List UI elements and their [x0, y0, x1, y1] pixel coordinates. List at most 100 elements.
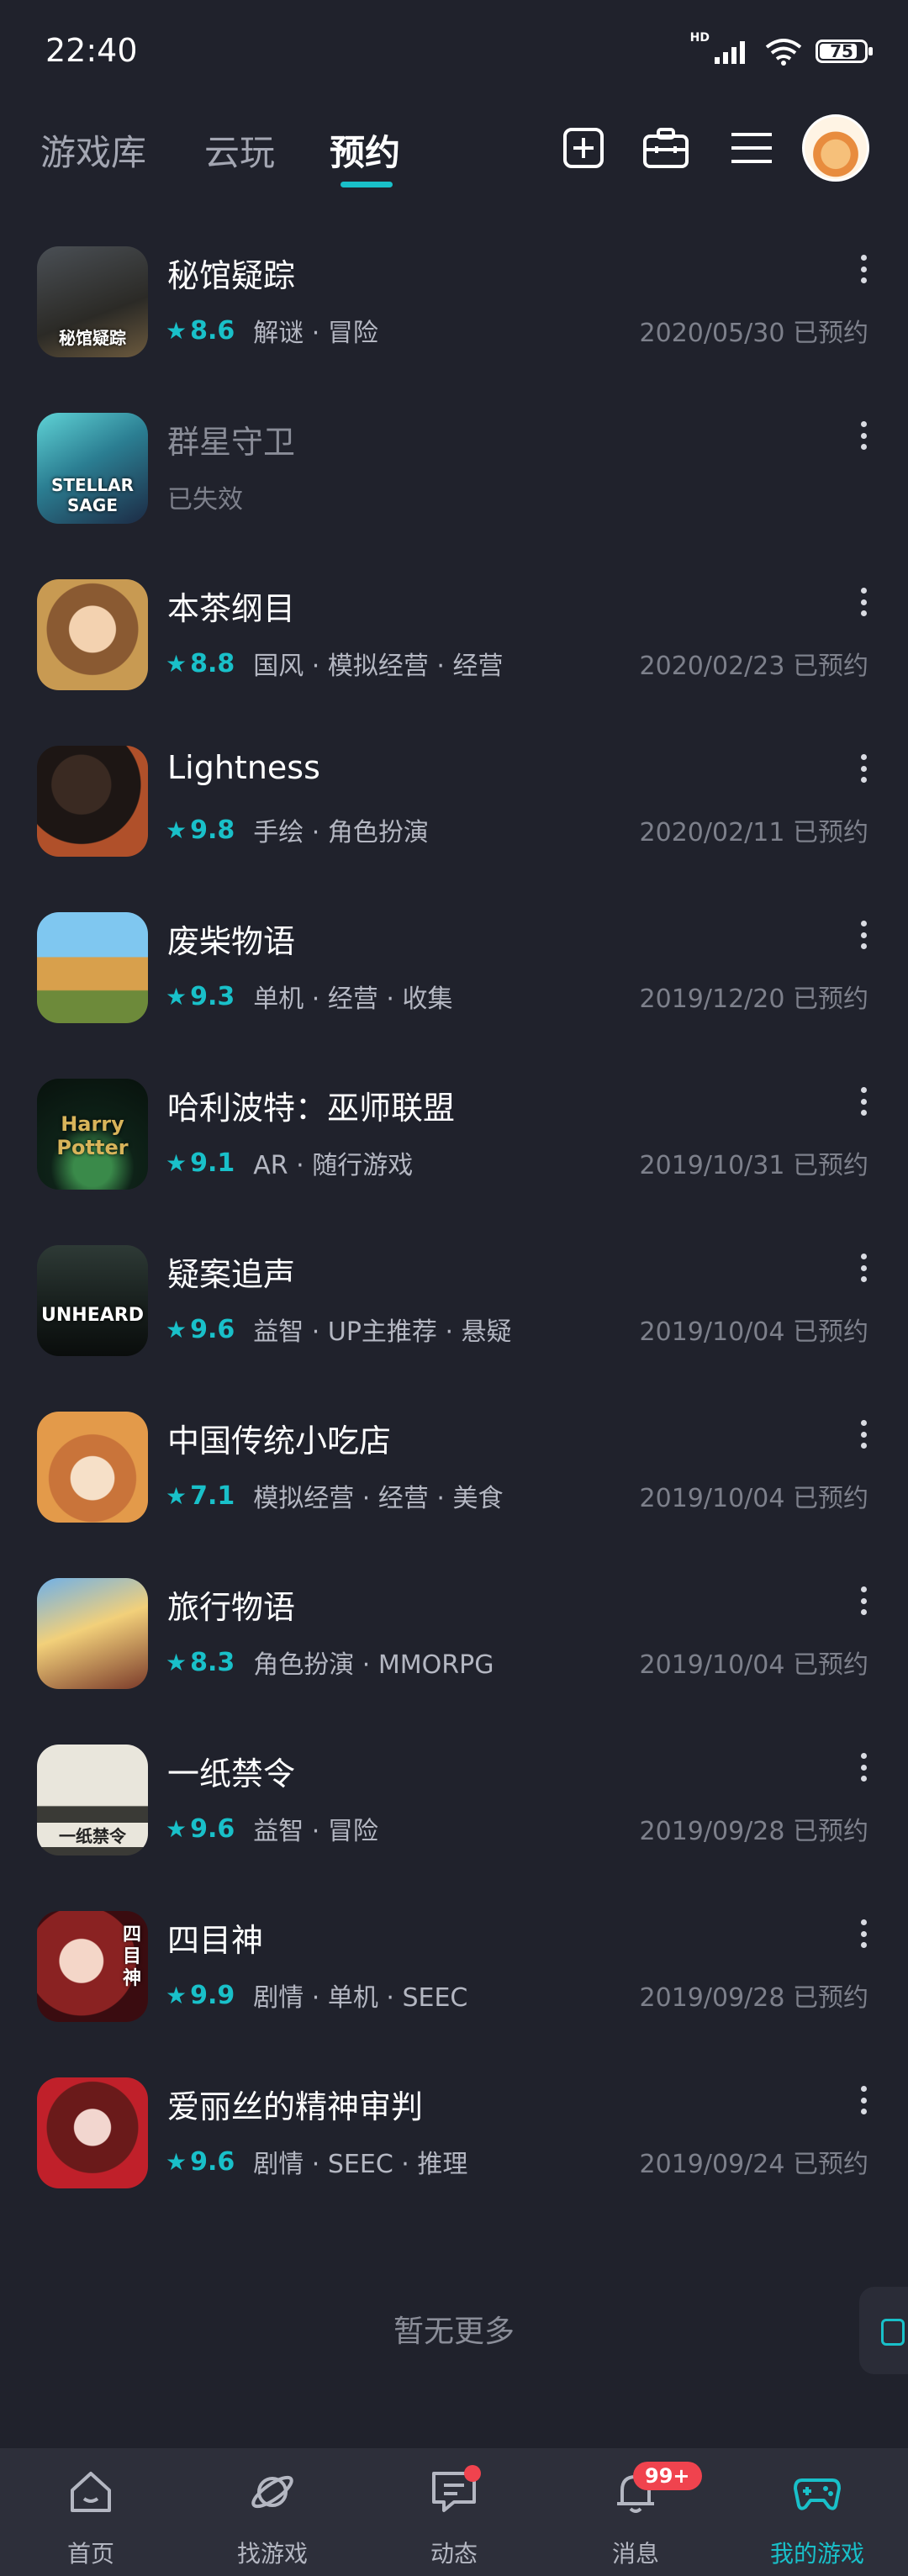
avatar[interactable]	[802, 114, 869, 182]
game-score: 9.1	[190, 1148, 235, 1178]
more-options-icon[interactable]	[859, 421, 868, 450]
home-icon	[71, 2472, 111, 2512]
nav-my-games[interactable]: 我的游戏	[726, 2448, 908, 2576]
more-options-icon[interactable]	[859, 2086, 868, 2114]
list-item[interactable]: Harry Potter 哈利波特：巫师联盟 ★ 9.1 AR · 随行游戏 2…	[0, 1065, 908, 1232]
game-tags: 剧情 · SEEC · 推理	[253, 2150, 468, 2179]
more-options-icon[interactable]	[859, 1254, 868, 1282]
planet-icon	[251, 2475, 293, 2509]
nav-messages[interactable]: 99+ 消息	[545, 2448, 726, 2576]
game-title[interactable]: 本茶纲目	[167, 583, 295, 629]
game-tags: 手绘 · 角色扮演	[253, 818, 429, 847]
reserve-date: 2019/10/04 已预约	[639, 1484, 868, 1513]
game-thumbnail[interactable]	[37, 1578, 148, 1689]
game-thumbnail[interactable]: 秘馆疑踪	[37, 246, 148, 357]
nav-activity[interactable]: 动态	[363, 2448, 545, 2576]
game-score: 8.3	[190, 1647, 235, 1677]
list-item[interactable]: 中国传统小吃店 ★ 7.1 模拟经营 · 经营 · 美食 2019/10/04 …	[0, 1398, 908, 1565]
tab-reservations[interactable]: 预约	[330, 124, 400, 176]
game-title[interactable]: 群星守卫	[167, 416, 295, 462]
game-thumbnail[interactable]	[37, 912, 148, 1023]
list-item[interactable]: 一纸禁令 一纸禁令 ★ 9.6 益智 · 冒险 2019/09/28 已预约	[0, 1731, 908, 1898]
game-meta: ★ 9.1 AR · 随行游戏	[166, 1144, 413, 1181]
list-item[interactable]: UNHEARD 疑案追声 ★ 9.6 益智 · UP主推荐 · 悬疑 2019/…	[0, 1232, 908, 1398]
floating-side-button[interactable]	[859, 2287, 908, 2374]
game-thumbnail[interactable]: STELLAR SAGE	[37, 413, 148, 524]
more-options-icon[interactable]	[859, 588, 868, 616]
reserve-date: 2019/10/04 已预约	[639, 1650, 868, 1680]
game-thumbnail[interactable]: UNHEARD	[37, 1245, 148, 1356]
list-item[interactable]: 秘馆疑踪 秘馆疑踪 ★ 8.6 解谜 · 冒险 2020/05/30 已预约	[0, 233, 908, 399]
star-icon: ★	[166, 316, 187, 345]
tab-cloud-play[interactable]: 云玩	[204, 124, 275, 176]
game-title[interactable]: 四目神	[167, 1914, 263, 1961]
game-tags: 模拟经营 · 经营 · 美食	[253, 1484, 504, 1513]
game-title[interactable]: 中国传统小吃店	[167, 1415, 391, 1461]
game-title[interactable]: 疑案追声	[167, 1248, 295, 1295]
list-item[interactable]: Lightness ★ 9.8 手绘 · 角色扮演 2020/02/11 已预约	[0, 732, 908, 899]
more-options-icon[interactable]	[859, 921, 868, 949]
reserve-date: 2019/09/28 已预约	[639, 1817, 868, 1846]
toolbox-icon[interactable]	[641, 123, 691, 173]
game-thumbnail[interactable]: 一纸禁令	[37, 1745, 148, 1855]
game-meta: ★ 9.8 手绘 · 角色扮演	[166, 811, 429, 848]
game-thumbnail[interactable]	[37, 746, 148, 857]
game-thumbnail[interactable]: 四目神	[37, 1911, 148, 2022]
message-count-badge: 99+	[633, 2462, 702, 2490]
list-item[interactable]: 四目神 四目神 ★ 9.9 剧情 · 单机 · SEEC 2019/09/28 …	[0, 1898, 908, 2064]
active-tab-indicator	[340, 182, 393, 187]
nav-home[interactable]: 首页	[0, 2448, 182, 2576]
add-icon[interactable]	[558, 123, 609, 173]
bottom-nav: 首页 找游戏 动态 99+ 消息 我的游戏	[0, 2448, 908, 2576]
list-item[interactable]: 本茶纲目 ★ 8.8 国风 · 模拟经营 · 经营 2020/02/23 已预约	[0, 566, 908, 732]
game-score: 9.6	[190, 2146, 235, 2177]
game-thumbnail[interactable]	[37, 1412, 148, 1523]
game-title[interactable]: 爱丽丝的精神审判	[167, 2081, 423, 2127]
menu-icon[interactable]	[726, 123, 777, 173]
game-tags: AR · 随行游戏	[253, 1151, 414, 1180]
reserve-date: 2020/02/11 已预约	[639, 818, 868, 847]
game-score: 9.3	[190, 981, 235, 1011]
more-options-icon[interactable]	[859, 754, 868, 783]
reserve-date: 2020/02/23 已预约	[639, 652, 868, 681]
no-more-text: 暂无更多	[393, 2315, 515, 2349]
more-options-icon[interactable]	[859, 1420, 868, 1449]
more-options-icon[interactable]	[859, 1087, 868, 1116]
list-item[interactable]: 爱丽丝的精神审判 ★ 9.6 剧情 · SEEC · 推理 2019/09/24…	[0, 2064, 908, 2230]
gamepad-icon	[794, 2478, 841, 2510]
tab-game-library[interactable]: 游戏库	[40, 124, 146, 176]
game-title[interactable]: Lightness	[167, 749, 320, 786]
game-thumbnail[interactable]	[37, 2077, 148, 2188]
list-item[interactable]: STELLAR SAGE 群星守卫 已失效	[0, 399, 908, 566]
nav-label: 首页	[66, 2540, 114, 2568]
game-title[interactable]: 旅行物语	[167, 1581, 295, 1628]
more-options-icon[interactable]	[859, 1753, 868, 1782]
reservation-list: 秘馆疑踪 秘馆疑踪 ★ 8.6 解谜 · 冒险 2020/05/30 已预约 S…	[0, 233, 908, 2230]
list-item[interactable]: 旅行物语 ★ 8.3 角色扮演 · MMORPG 2019/10/04 已预约	[0, 1565, 908, 1731]
status-icons: HD 75	[690, 31, 873, 66]
game-title[interactable]: 一纸禁令	[167, 1748, 295, 1794]
game-score: 7.1	[190, 1481, 235, 1511]
game-tags: 国风 · 模拟经营 · 经营	[253, 652, 504, 681]
game-title[interactable]: 秘馆疑踪	[167, 250, 295, 296]
more-options-icon[interactable]	[859, 1919, 868, 1948]
nav-find-games[interactable]: 找游戏	[182, 2448, 363, 2576]
expired-status: 已失效	[167, 485, 243, 515]
top-header: 游戏库 云玩 预约	[0, 108, 908, 200]
game-score: 8.8	[190, 648, 235, 678]
game-thumbnail[interactable]: Harry Potter	[37, 1079, 148, 1190]
nav-label: 我的游戏	[769, 2540, 864, 2568]
game-title[interactable]: 哈利波特：巫师联盟	[167, 1082, 455, 1128]
more-options-icon[interactable]	[859, 1586, 868, 1615]
list-item[interactable]: 废柴物语 ★ 9.3 单机 · 经营 · 收集 2019/12/20 已预约	[0, 899, 908, 1065]
nav-label: 找游戏	[236, 2540, 308, 2568]
wifi-icon	[765, 39, 802, 66]
game-thumbnail[interactable]	[37, 579, 148, 690]
star-icon: ★	[166, 1148, 187, 1177]
game-tags: 益智 · UP主推荐 · 悬疑	[253, 1317, 512, 1347]
more-options-icon[interactable]	[859, 255, 868, 283]
game-meta: ★ 9.3 单机 · 经营 · 收集	[166, 978, 452, 1015]
game-tags: 解谜 · 冒险	[253, 319, 378, 348]
notification-dot	[464, 2465, 481, 2482]
game-title[interactable]: 废柴物语	[167, 916, 295, 962]
